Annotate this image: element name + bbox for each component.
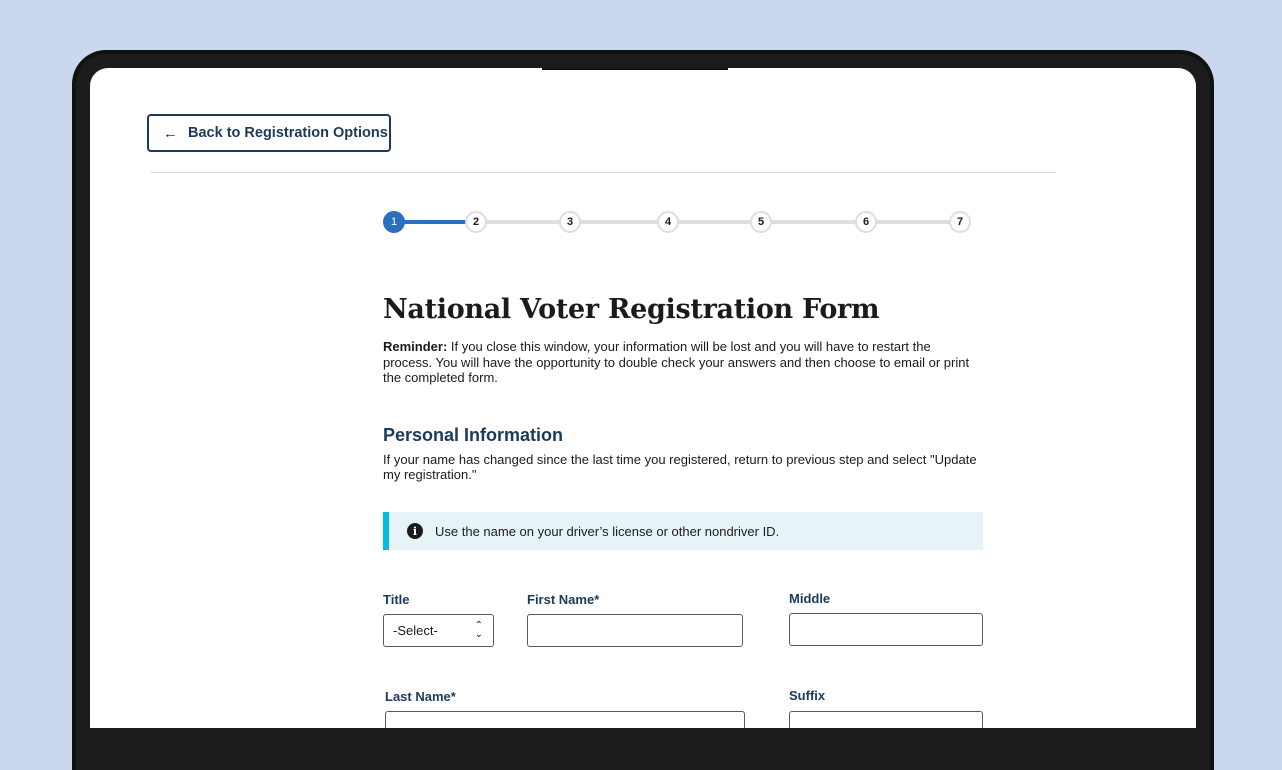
step-connector-6 [875, 220, 955, 224]
title-label: Title [383, 592, 410, 607]
camera-notch [542, 68, 728, 70]
form-content: National Voter Registration Form Reminde… [383, 294, 983, 728]
middle-label: Middle [789, 591, 831, 606]
select-arrows-icon: ⌃ ⌄ [474, 620, 483, 640]
arrow-left-icon: ← [163, 124, 178, 142]
reminder-body: If you close this window, your informati… [383, 339, 970, 385]
middle-name-input[interactable] [789, 613, 983, 646]
title-select-value: -Select- [393, 623, 438, 638]
step-connector-5 [769, 220, 867, 224]
step-6: 6 [855, 211, 877, 233]
progress-stepper: 1 2 3 4 5 6 7 [383, 208, 983, 236]
back-button-label: Back to Registration Options [188, 125, 388, 141]
reminder-label: Reminder: [383, 339, 448, 354]
step-2: 2 [465, 211, 487, 233]
screen: ← Back to Registration Options 1 2 3 4 5… [90, 68, 1196, 728]
back-to-registration-options-button[interactable]: ← Back to Registration Options [147, 114, 391, 152]
first-name-input[interactable] [527, 614, 743, 647]
step-connector-4 [675, 220, 759, 224]
info-alert: i Use the name on your driver’s license … [383, 512, 983, 550]
page-title: National Voter Registration Form [383, 294, 880, 325]
personal-information-heading: Personal Information [383, 424, 564, 445]
suffix-label: Suffix [789, 688, 826, 703]
step-7: 7 [949, 211, 971, 233]
step-1: 1 [383, 211, 405, 233]
last-name-label: Last Name* [385, 689, 456, 704]
info-icon: i [407, 523, 423, 539]
step-5: 5 [750, 211, 772, 233]
step-3: 3 [559, 211, 581, 233]
personal-information-description: If your name has changed since the last … [383, 451, 977, 483]
title-select[interactable]: -Select- ⌃ ⌄ [383, 614, 494, 647]
info-alert-text: Use the name on your driver’s license or… [435, 523, 780, 539]
header-divider [150, 172, 1056, 173]
reminder-text: Reminder: If you close this window, your… [383, 339, 983, 386]
step-4: 4 [657, 211, 679, 233]
first-name-label: First Name* [527, 592, 600, 607]
